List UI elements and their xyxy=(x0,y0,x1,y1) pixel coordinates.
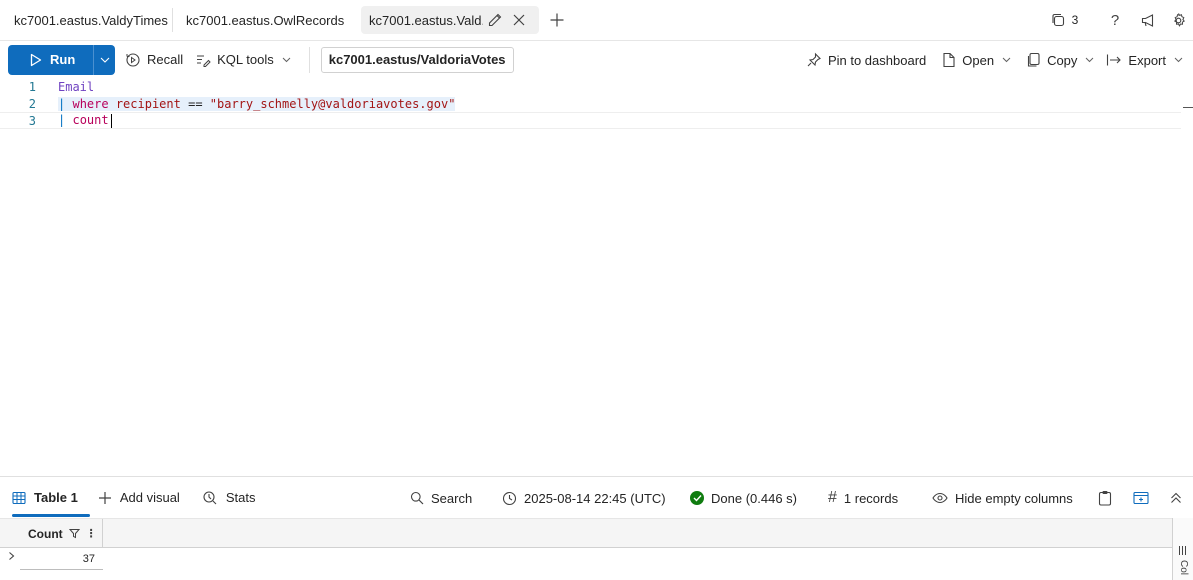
clipboard-icon[interactable] xyxy=(1098,477,1112,519)
feedback-icon[interactable] xyxy=(1133,0,1163,40)
run-options-dropdown[interactable] xyxy=(93,44,115,75)
cell-count[interactable]: 37 xyxy=(20,548,103,570)
line-number: 2 xyxy=(28,96,36,111)
stats-button[interactable]: Stats xyxy=(192,477,268,519)
tab-label: kc7001.eastus.Vald... xyxy=(369,12,483,28)
line-number: 1 xyxy=(28,79,36,94)
search-results-button[interactable]: Search xyxy=(410,477,472,519)
tab-owlrecords[interactable]: kc7001.eastus.OwlRecords xyxy=(172,0,358,40)
tab-label: kc7001.eastus.ValdyTimes xyxy=(14,12,168,28)
string-token: "barry_schmelly@valdoriavotes.gov" xyxy=(209,96,456,111)
clock-icon xyxy=(502,491,517,506)
columns-side-panel[interactable]: Col xyxy=(1172,518,1193,580)
query-editor[interactable]: 1 Email 2 | where recipient == "barry_sc… xyxy=(0,78,1193,476)
checkmark-icon xyxy=(690,491,704,505)
pin-to-dashboard-button[interactable]: Pin to dashboard xyxy=(800,45,932,75)
table-grid-icon xyxy=(12,491,26,505)
kql-tools-icon xyxy=(195,52,211,68)
chevron-down-icon xyxy=(100,57,110,63)
document-icon xyxy=(942,52,956,68)
line-number: 3 xyxy=(28,113,36,128)
query-toolbar: Run Recall KQL tools kc7001.eastus/Valdo… xyxy=(0,40,1193,78)
stats-icon xyxy=(202,490,218,506)
chevron-down-icon xyxy=(1085,57,1094,63)
plus-icon xyxy=(98,491,112,505)
toolbar-right-actions: Pin to dashboard Open Copy Export xyxy=(800,41,1189,79)
operator-token: == xyxy=(188,96,203,111)
editor-line-2: 2 | where recipient == "barry_schmelly@v… xyxy=(0,95,1181,112)
code-text: | count xyxy=(58,113,112,128)
add-tab-icon[interactable] xyxy=(543,0,571,40)
recall-icon xyxy=(125,52,141,68)
record-count: # 1 records xyxy=(828,489,899,506)
field-token: recipient xyxy=(115,96,181,111)
query-timestamp: 2025-08-14 22:45 (UTC) xyxy=(502,477,666,519)
overview-ruler-mark xyxy=(1183,107,1193,108)
code-text: Email xyxy=(58,80,94,94)
results-layout-icon[interactable] xyxy=(1133,477,1149,519)
hash-icon: # xyxy=(828,489,837,506)
add-visual-button[interactable]: Add visual xyxy=(90,477,192,519)
query-status: Done (0.446 s) xyxy=(690,477,797,519)
search-icon xyxy=(410,491,424,505)
table-name-token: Email xyxy=(58,79,95,94)
database-selector[interactable]: kc7001.eastus/ValdoriaVotes xyxy=(320,46,514,73)
editor-line-3: 3 | count xyxy=(0,112,1181,129)
settings-gear-icon[interactable] xyxy=(1163,0,1193,40)
text-cursor xyxy=(110,113,112,128)
chevron-down-icon xyxy=(1002,57,1011,63)
export-arrow-icon xyxy=(1106,53,1122,67)
open-button[interactable]: Open xyxy=(936,45,1017,75)
tab-table-1[interactable]: Table 1 xyxy=(0,477,90,519)
columns-panel-label: Col xyxy=(1178,560,1189,576)
pin-icon xyxy=(806,52,822,68)
query-count: 3 xyxy=(1071,13,1079,27)
chevron-up-icon[interactable] xyxy=(1170,477,1182,519)
column-menu-icon[interactable]: ⋮ xyxy=(86,527,97,540)
tab-valdytimes[interactable]: kc7001.eastus.ValdyTimes xyxy=(0,0,172,40)
pipe-token: | xyxy=(58,113,66,128)
copies-icon xyxy=(1050,12,1066,28)
keyword-token: where xyxy=(72,96,109,111)
copy-button[interactable]: Copy xyxy=(1021,45,1100,75)
editor-line-1: 1 Email xyxy=(0,78,1181,95)
run-button-group: Run xyxy=(8,44,115,75)
results-grid: Count ⋮ 37 Col xyxy=(0,518,1193,580)
copy-icon xyxy=(1027,52,1041,68)
export-button[interactable]: Export xyxy=(1100,45,1189,75)
recall-button[interactable]: Recall xyxy=(119,45,189,75)
run-button[interactable]: Run xyxy=(8,44,93,75)
pencil-icon[interactable] xyxy=(483,8,507,32)
results-toolbar: Table 1 Add visual Stats Search 2025-08-… xyxy=(0,476,1193,518)
column-header-count[interactable]: Count ⋮ xyxy=(20,519,103,548)
run-label: Run xyxy=(50,52,76,67)
tab-label: kc7001.eastus.OwlRecords xyxy=(186,12,345,28)
chevron-down-icon xyxy=(282,57,291,63)
pipe-token: | xyxy=(58,96,66,111)
keyword-token: count xyxy=(72,113,109,128)
chevron-right-icon[interactable] xyxy=(8,551,15,561)
grid-header-row: Count ⋮ xyxy=(0,518,1172,548)
close-icon[interactable] xyxy=(507,8,531,32)
query-tab-bar: kc7001.eastus.ValdyTimes kc7001.eastus.O… xyxy=(0,0,1193,40)
help-icon[interactable]: ? xyxy=(1097,0,1133,40)
toolbar-divider xyxy=(308,46,310,73)
tabbar-actions: 3 ? xyxy=(1039,0,1193,40)
columns-icon xyxy=(1179,546,1188,555)
play-icon xyxy=(30,53,42,67)
query-count-button[interactable]: 3 xyxy=(1039,0,1089,40)
kql-tools-button[interactable]: KQL tools xyxy=(189,45,297,75)
code-text: | where recipient == "barry_schmelly@val… xyxy=(58,96,456,111)
hide-empty-columns-toggle[interactable]: Hide empty columns xyxy=(932,477,1073,519)
table-row[interactable]: 37 xyxy=(0,548,1172,570)
tab-valdoriavotes[interactable]: kc7001.eastus.Vald... xyxy=(361,6,539,34)
filter-icon[interactable] xyxy=(68,528,80,539)
chevron-down-icon xyxy=(1174,57,1183,63)
hide-columns-icon xyxy=(932,491,948,505)
